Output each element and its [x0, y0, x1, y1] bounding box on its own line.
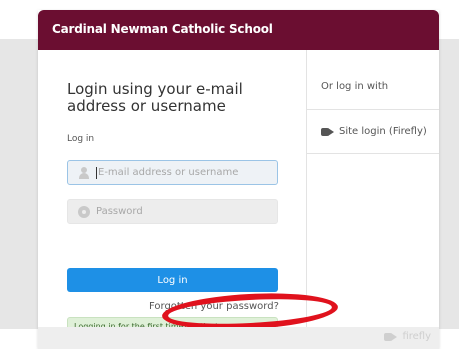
login-title: Login using your e-mail address or usern…: [67, 80, 243, 115]
text-caret: [96, 166, 97, 179]
email-placeholder: E-mail address or username: [98, 167, 239, 178]
lock-icon: [78, 205, 90, 218]
password-placeholder: Password: [96, 206, 143, 217]
login-panel: Login using your e-mail address or usern…: [38, 50, 339, 349]
card-footer: firefly: [38, 327, 439, 349]
footer-brand: firefly: [402, 331, 431, 342]
school-name: Cardinal Newman Catholic School: [52, 22, 273, 36]
login-section-label: Log in: [67, 134, 95, 144]
password-input[interactable]: Password: [67, 199, 278, 224]
alternative-login-column: Or log in with Site login (Firefly): [307, 50, 439, 327]
firefly-logo: firefly: [384, 331, 431, 342]
site-login-firefly-button[interactable]: Site login (Firefly): [307, 110, 439, 154]
login-card: Cardinal Newman Catholic School Login us…: [38, 10, 439, 349]
firefly-icon: [321, 127, 335, 137]
login-button[interactable]: Log in: [67, 268, 278, 292]
site-login-label: Site login (Firefly): [339, 126, 427, 137]
card-header: Cardinal Newman Catholic School: [38, 10, 439, 50]
alt-login-heading-cell: Or log in with: [307, 50, 439, 110]
firefly-logo-icon: [384, 332, 398, 342]
email-input[interactable]: E-mail address or username: [67, 160, 278, 185]
person-icon: [78, 166, 90, 179]
alt-login-heading: Or log in with: [321, 81, 389, 92]
